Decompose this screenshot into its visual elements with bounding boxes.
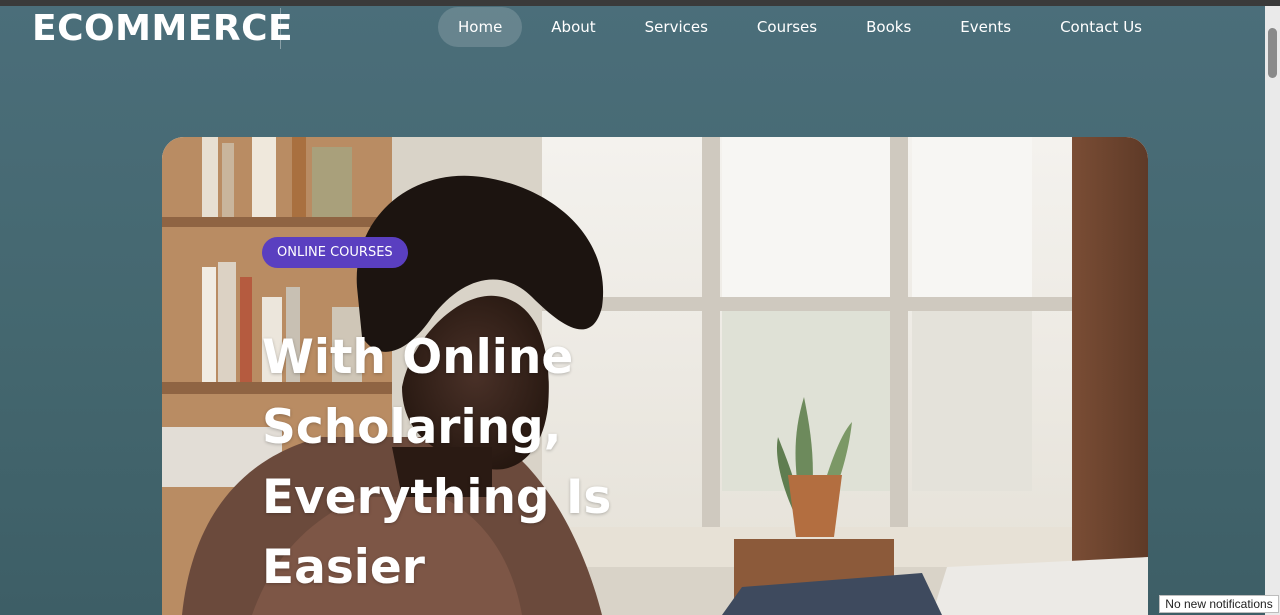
hero-banner: ONLINE COURSES With Online Scholaring, E…	[162, 137, 1148, 615]
nav-services[interactable]: Services	[625, 7, 728, 47]
notification-tooltip: No new notifications	[1159, 595, 1279, 613]
main-nav: Home About Services Courses Books Events…	[438, 7, 1162, 47]
logo-divider	[280, 8, 281, 49]
nav-events[interactable]: Events	[940, 7, 1031, 47]
window-top-border	[0, 0, 1280, 6]
online-courses-badge: ONLINE COURSES	[262, 237, 408, 268]
nav-books[interactable]: Books	[846, 7, 931, 47]
hero-headline: With Online Scholaring, Everything Is Ea…	[262, 330, 612, 595]
nav-about[interactable]: About	[531, 7, 615, 47]
page-scrollbar[interactable]	[1265, 6, 1280, 615]
nav-courses[interactable]: Courses	[737, 7, 837, 47]
scrollbar-thumb[interactable]	[1268, 28, 1277, 78]
nav-home[interactable]: Home	[438, 7, 523, 47]
site-logo[interactable]: ECOMMERCE	[32, 8, 293, 49]
nav-contact-us[interactable]: Contact Us	[1040, 7, 1162, 47]
